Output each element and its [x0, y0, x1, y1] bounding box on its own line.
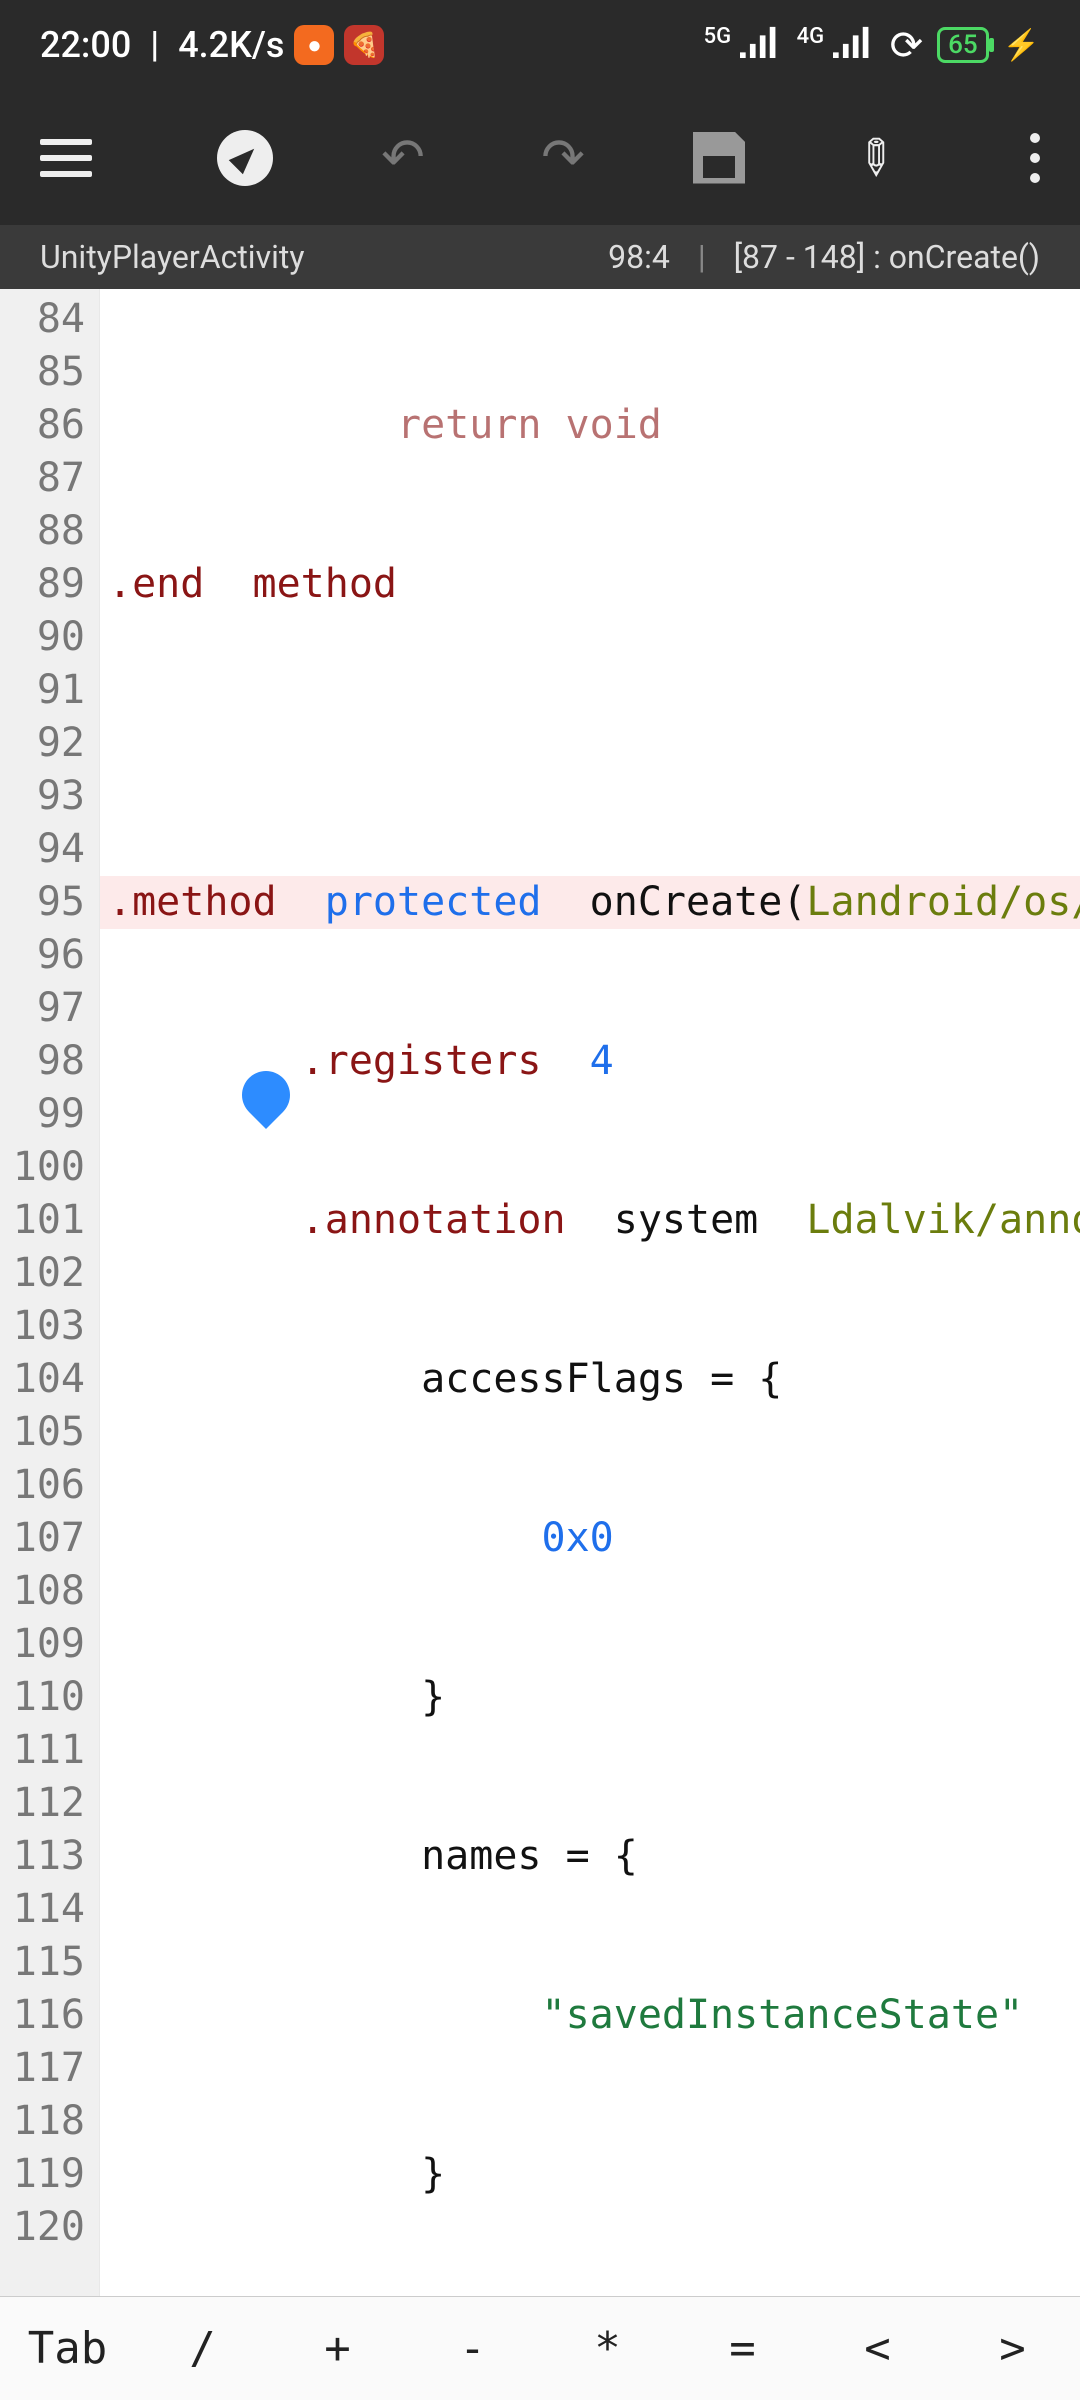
- key-slash[interactable]: /: [135, 2323, 270, 2374]
- symbol-keys-row: Tab / + - * = < >: [0, 2296, 1080, 2400]
- code-line: }: [100, 1671, 1080, 1724]
- line-number: 116: [0, 1989, 85, 2042]
- line-number: 101: [0, 1194, 85, 1247]
- code-line: [100, 717, 1080, 770]
- key-minus[interactable]: -: [405, 2323, 540, 2374]
- line-number: 107: [0, 1512, 85, 1565]
- navigate-button[interactable]: [217, 130, 273, 186]
- line-number: 110: [0, 1671, 85, 1724]
- cursor-position: 98:4: [608, 238, 670, 276]
- line-number: 97: [0, 982, 85, 1035]
- net-speed: 4.2K/s: [178, 24, 284, 66]
- line-number: 96: [0, 929, 85, 982]
- status-bar: 22:00 | 4.2K/s ● 🍕 5G 4G ⟳ 65 ⚡: [0, 0, 1080, 90]
- code-line: names = {: [100, 1830, 1080, 1883]
- line-number: 108: [0, 1565, 85, 1618]
- menu-button[interactable]: [40, 139, 92, 177]
- line-number: 100: [0, 1141, 85, 1194]
- line-number: 87: [0, 452, 85, 505]
- line-number: 86: [0, 399, 85, 452]
- line-number: 119: [0, 2148, 85, 2201]
- line-number: 94: [0, 823, 85, 876]
- code-line: 0x0: [100, 1512, 1080, 1565]
- network-4g: 4G: [797, 24, 876, 67]
- line-number: 103: [0, 1300, 85, 1353]
- line-number: 88: [0, 505, 85, 558]
- code-line: return void: [108, 402, 662, 448]
- line-number: 117: [0, 2042, 85, 2095]
- network-5g: 5G: [704, 24, 783, 67]
- line-number: 113: [0, 1830, 85, 1883]
- line-number: 114: [0, 1883, 85, 1936]
- status-left: 22:00 | 4.2K/s ● 🍕: [40, 24, 384, 66]
- redo-button[interactable]: ↷: [533, 127, 593, 188]
- line-number: 92: [0, 717, 85, 770]
- undo-button[interactable]: ↶: [373, 127, 433, 188]
- line-number: 106: [0, 1459, 85, 1512]
- line-number: 105: [0, 1406, 85, 1459]
- line-number: 93: [0, 770, 85, 823]
- key-plus[interactable]: +: [270, 2323, 405, 2374]
- screen-record-icon: ●: [294, 25, 334, 65]
- line-number: 120: [0, 2201, 85, 2254]
- file-name[interactable]: UnityPlayerActivity: [40, 238, 304, 276]
- line-number: 98: [0, 1035, 85, 1088]
- charging-icon: ⚡: [1003, 28, 1040, 63]
- line-number: 99: [0, 1088, 85, 1141]
- save-button[interactable]: [693, 132, 745, 184]
- line-number: 115: [0, 1936, 85, 1989]
- breadcrumb: UnityPlayerActivity 98:4 | [87 - 148] : …: [0, 225, 1080, 289]
- line-number: 109: [0, 1618, 85, 1671]
- app-icon: 🍕: [344, 25, 384, 65]
- sync-icon: ⟳: [890, 22, 924, 69]
- key-gt[interactable]: >: [945, 2323, 1080, 2374]
- code-area[interactable]: return void .end method .method protecte…: [100, 289, 1080, 2296]
- code-line: }: [100, 2148, 1080, 2201]
- status-right: 5G 4G ⟳ 65 ⚡: [704, 22, 1040, 69]
- battery-level: 65: [937, 27, 989, 63]
- line-number: 84: [0, 293, 85, 346]
- method-range: [87 - 148] : onCreate(): [734, 238, 1040, 276]
- line-number: 118: [0, 2095, 85, 2148]
- line-gutter: 8485868788899091929394959697989910010110…: [0, 289, 100, 2296]
- code-line: .annotation system Ldalvik/annotation/Me…: [100, 1194, 1080, 1247]
- line-number: 90: [0, 611, 85, 664]
- key-tab[interactable]: Tab: [0, 2323, 135, 2374]
- code-editor[interactable]: 8485868788899091929394959697989910010110…: [0, 289, 1080, 2296]
- overflow-menu-button[interactable]: [1030, 133, 1040, 183]
- line-number: 89: [0, 558, 85, 611]
- code-line: "savedInstanceState": [100, 1989, 1080, 2042]
- line-number: 111: [0, 1724, 85, 1777]
- key-lt[interactable]: <: [810, 2323, 945, 2374]
- line-number: 85: [0, 346, 85, 399]
- line-number: 95: [0, 876, 85, 929]
- line-number: 91: [0, 664, 85, 717]
- sep: |: [141, 24, 168, 66]
- edit-button[interactable]: ✎: [834, 116, 917, 199]
- key-eq[interactable]: =: [675, 2323, 810, 2374]
- toolbar: ↶ ↷ ✎: [0, 90, 1080, 225]
- code-line: .method protected onCreate(Landroid/os/B…: [100, 876, 1080, 929]
- line-number: 102: [0, 1247, 85, 1300]
- clock: 22:00: [40, 24, 131, 66]
- code-line: accessFlags = {: [100, 1353, 1080, 1406]
- key-star[interactable]: *: [540, 2323, 675, 2374]
- line-number: 104: [0, 1353, 85, 1406]
- code-line: .end method: [108, 561, 397, 607]
- line-number: 112: [0, 1777, 85, 1830]
